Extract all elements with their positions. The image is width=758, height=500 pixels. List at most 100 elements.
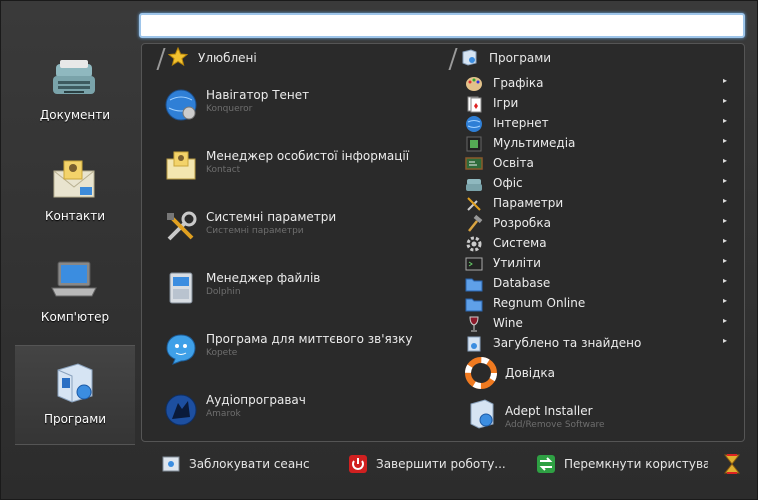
submenu-arrow-icon: ▸ [722,136,727,145]
switch-user-button[interactable]: Перемкнути користувача [536,454,708,476]
submenu-arrow-icon: ▸ [722,316,727,325]
favorite-sub: Dolphin [206,287,241,297]
program-category-office[interactable]: Офіс ▸ [465,174,727,194]
package-install-icon [470,399,494,429]
globe-icon [466,116,482,132]
sidebar-item-computer[interactable]: Комп'ютер [15,244,135,342]
program-category-label: Розробка [493,216,551,230]
program-category-label: Система [493,236,547,250]
film-icon [466,136,482,152]
favorite-item-dolphin[interactable]: Менеджер файлів Dolphin [164,271,454,331]
chat-face-icon [166,334,196,365]
file-cabinet-icon [169,272,193,304]
favorite-sub: Системні параметри [206,226,304,236]
program-category-label: Ігри [493,96,519,110]
program-category-label: Мультимедіа [493,136,576,150]
program-category-development[interactable]: Розробка ▸ [465,214,727,234]
submenu-arrow-icon: ▸ [722,336,727,345]
bottom-bar: Заблокувати сеанс Завершити роботу... Пе… [141,450,745,484]
favorite-name: Навігатор Тенет [206,88,310,102]
submenu-arrow-icon: ▸ [722,176,727,185]
gear-icon [466,236,482,252]
sidebar-item-contacts[interactable]: Контакти [15,143,135,241]
help-label: Довідка [505,366,556,380]
blackboard-icon [465,157,483,170]
program-category-games[interactable]: Ігри ▸ [465,94,727,114]
sidebar-item-label: Комп'ютер [40,310,110,324]
search-input[interactable] [139,13,745,38]
lifebuoy-icon [465,357,497,389]
favorite-item-kopete[interactable]: Програма для миттєвого зв'язку Kopete [164,332,454,392]
submenu-arrow-icon: ▸ [722,156,727,165]
program-category-label: Графіка [493,76,544,90]
favorite-sub: Amarok [206,409,241,419]
favorite-name: Програма для миттєвого зв'язку [206,332,413,346]
program-category-label: Інтернет [493,116,549,130]
tools-icon [167,211,197,241]
program-category-label: Освіта [493,156,534,170]
sidebar-item-applications[interactable]: Програми [15,345,135,445]
program-category-label: Regnum Online [493,296,586,310]
submenu-arrow-icon: ▸ [722,116,727,125]
cards-icon [467,96,482,113]
shutdown-label: Завершити роботу... [376,457,506,471]
kontact-icon [166,151,196,180]
favorites-title: Улюблені [198,51,257,65]
switch-user-label: Перемкнути користувача [564,457,708,471]
program-item-adept-installer[interactable]: Adept Installer Add/Remove Software [465,398,727,434]
tools-icon [467,197,481,211]
submenu-arrow-icon: ▸ [722,196,727,205]
folder-icon [465,298,483,312]
favorite-name: Аудіопрогравач [206,393,306,407]
sidebar: Документи Контакти Комп'ютер Програми [0,40,140,445]
program-category-system[interactable]: Система ▸ [465,234,727,254]
program-category-regnum-online[interactable]: Regnum Online ▸ [465,294,727,314]
wine-glass-icon [469,316,479,332]
header-divider [448,48,458,70]
header-divider [156,48,166,70]
favorite-sub: Kopete [206,348,238,358]
program-category-education[interactable]: Освіта ▸ [465,154,727,174]
program-category-label: Database [493,276,551,290]
hammer-icon [468,215,483,232]
favorite-item-system-settings[interactable]: Системні параметри Системні параметри [164,210,454,270]
terminal-icon [465,257,483,271]
program-item-help[interactable]: Довідка [465,357,727,393]
globe-gear-icon [165,89,197,121]
power-icon [349,455,367,473]
adept-sub: Add/Remove Software [505,420,605,430]
program-category-settings[interactable]: Параметри ▸ [465,194,727,214]
sidebar-item-label: Документи [39,108,111,122]
favorite-name: Системні параметри [206,210,337,224]
sidebar-item-documents[interactable]: Документи [15,42,135,140]
package-icon [467,336,481,352]
favorite-name: Менеджер файлів [206,271,321,285]
program-category-internet[interactable]: Інтернет ▸ [465,114,727,134]
favorite-item-amarok[interactable]: Аудіопрогравач Amarok [164,393,454,453]
program-category-label: Офіс [493,176,523,190]
program-category-wine[interactable]: Wine ▸ [465,314,727,334]
main-panel: Улюблені Програми Навігатор Тенет Konque… [141,43,745,442]
adept-name: Adept Installer [505,404,593,418]
submenu-arrow-icon: ▸ [722,236,727,245]
submenu-arrow-icon: ▸ [722,276,727,285]
program-category-lost-and-found[interactable]: Загублено та знайдено ▸ [465,334,727,354]
program-category-graphics[interactable]: Графіка ▸ [465,74,727,94]
program-category-multimedia[interactable]: Мультимедіа ▸ [465,134,727,154]
folder-icon [465,278,483,292]
favorite-item-konqueror[interactable]: Навігатор Тенет Konqueror [164,88,454,148]
favorite-name: Менеджер особистої інформації [206,149,410,163]
program-category-label: Параметри [493,196,564,210]
program-category-label: Утиліти [493,256,541,270]
program-category-utilities[interactable]: Утиліти ▸ [465,254,727,274]
submenu-arrow-icon: ▸ [722,296,727,305]
lock-screen-icon [162,456,180,472]
sidebar-item-label: Програми [43,412,107,426]
favorite-item-kontact[interactable]: Менеджер особистої інформації Kontact [164,149,454,209]
hourglass-icon[interactable] [720,452,744,476]
applications-box-icon [57,363,93,403]
program-category-database[interactable]: Database ▸ [465,274,727,294]
applications-small-icon [462,49,477,66]
palette-icon [466,77,482,91]
submenu-arrow-icon: ▸ [722,256,727,265]
